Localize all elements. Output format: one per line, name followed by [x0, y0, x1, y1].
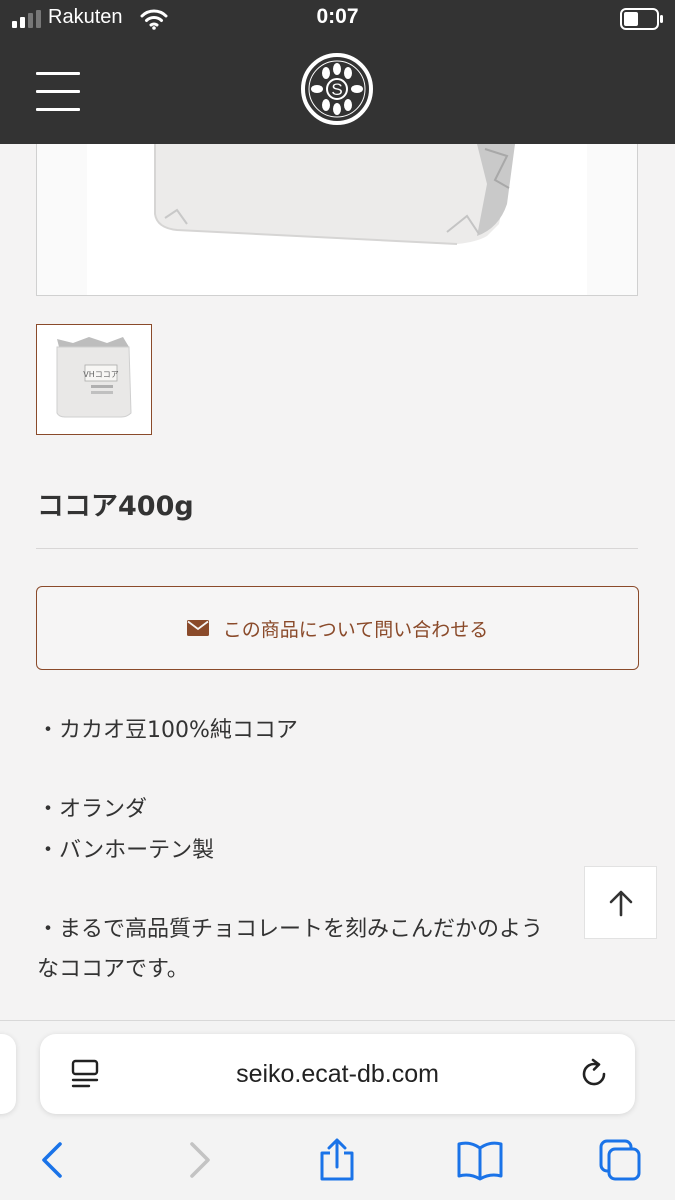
divider: [36, 548, 638, 549]
description-line: ・オランダ: [37, 797, 148, 822]
site-header: S: [0, 38, 675, 144]
back-icon[interactable]: [34, 1138, 74, 1182]
address-bar[interactable]: seiko.ecat-db.com: [40, 1034, 635, 1114]
status-bar: Rakuten 0:07: [0, 0, 675, 38]
share-icon[interactable]: [317, 1138, 357, 1182]
scroll-to-top-button[interactable]: [584, 866, 657, 939]
description-line: ・まるで高品質チョコレートを刻みこんだかのよう: [37, 917, 544, 942]
forward-icon[interactable]: [178, 1138, 218, 1182]
product-thumbnail[interactable]: VHココア: [36, 324, 152, 435]
contact-button-label: この商品について問い合わせる: [222, 618, 489, 641]
url-text[interactable]: seiko.ecat-db.com: [40, 1034, 635, 1114]
product-title: ココア400g: [37, 491, 194, 522]
reload-icon[interactable]: [578, 1058, 610, 1090]
description-line: ・カカオ豆100%純ココア: [37, 718, 298, 743]
cocoa-bag-image: [87, 144, 587, 295]
cocoa-bag-thumbnail-image: VHココア: [56, 337, 132, 418]
product-main-image[interactable]: [36, 144, 638, 296]
battery-icon: [620, 8, 663, 30]
bookmarks-icon[interactable]: [456, 1138, 504, 1182]
tabs-icon[interactable]: [598, 1138, 644, 1182]
description-line: なココアです。: [37, 957, 189, 982]
description-line: ・バンホーテン製: [37, 838, 215, 863]
status-time: 0:07: [316, 5, 359, 28]
logo-icon[interactable]: S: [300, 52, 374, 126]
mail-icon: [186, 620, 209, 636]
previous-tab-card[interactable]: [0, 1034, 16, 1114]
arrow-up-icon: [609, 890, 633, 917]
hamburger-menu-icon[interactable]: [36, 70, 80, 114]
logo-letter: S: [331, 80, 342, 99]
contact-about-product-button[interactable]: この商品について問い合わせる: [36, 586, 639, 670]
thumbnail-label: VHココア: [83, 370, 119, 379]
